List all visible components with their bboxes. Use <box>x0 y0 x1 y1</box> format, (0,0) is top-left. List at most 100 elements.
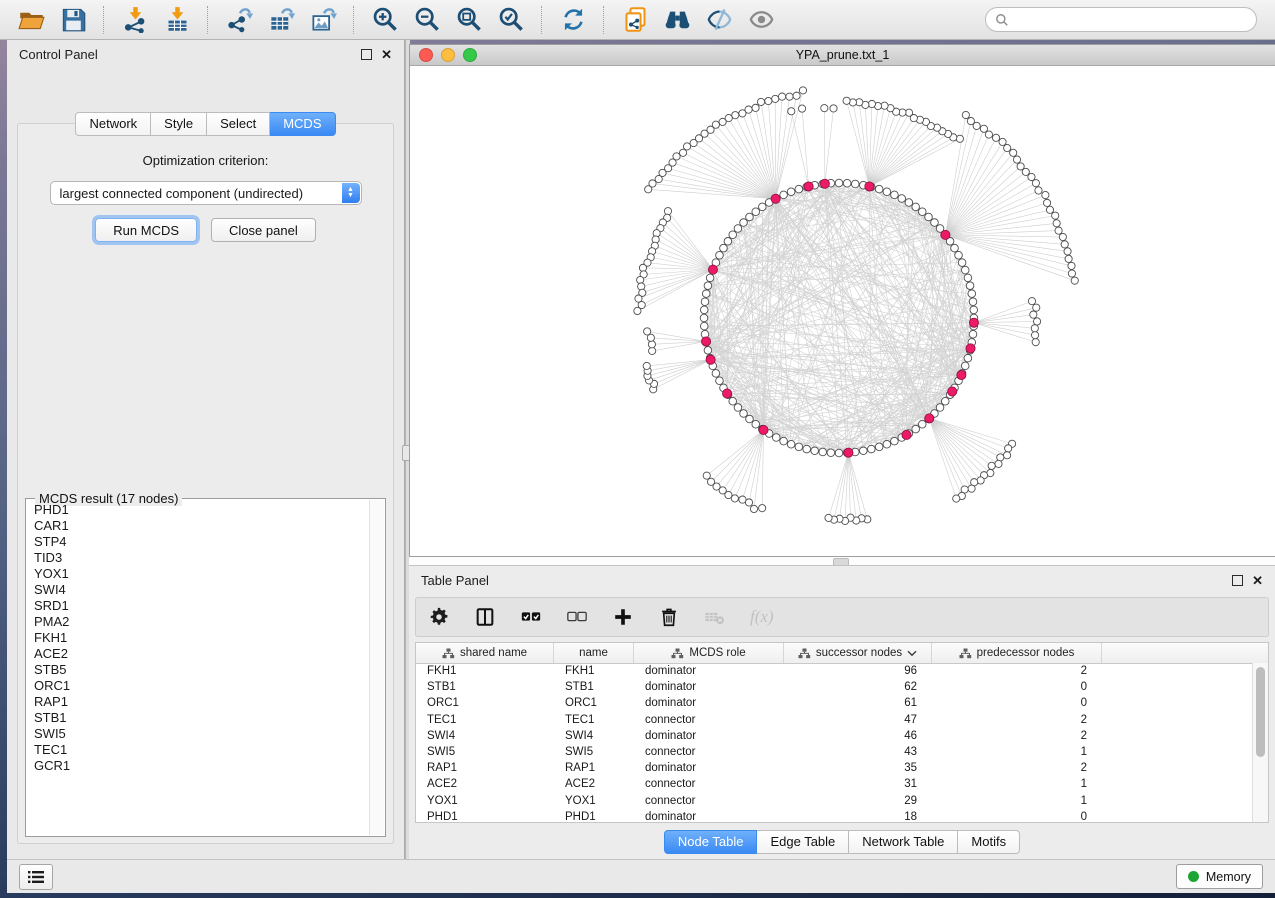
graph-node[interactable] <box>819 448 827 456</box>
graph-node[interactable] <box>788 108 795 115</box>
run-mcds-button[interactable]: Run MCDS <box>95 218 197 242</box>
show-hide-icon[interactable] <box>746 5 776 35</box>
graph-node[interactable] <box>787 188 795 196</box>
mcds-result-item[interactable]: STB1 <box>34 710 369 726</box>
mcds-result-item[interactable]: TEC1 <box>34 742 369 758</box>
graph-node[interactable] <box>700 306 708 314</box>
import-table-icon[interactable] <box>162 5 192 35</box>
graph-node[interactable] <box>962 111 969 118</box>
mcds-result-item[interactable]: GCR1 <box>34 758 369 774</box>
graph-node[interactable] <box>1046 206 1053 213</box>
graph-node[interactable] <box>683 143 690 150</box>
graph-node[interactable] <box>925 213 933 221</box>
graph-node[interactable] <box>765 97 772 104</box>
graph-node[interactable] <box>970 306 978 314</box>
add-row-icon[interactable] <box>612 606 634 628</box>
minimize-window-icon[interactable] <box>441 48 455 62</box>
tab-style[interactable]: Style <box>151 112 207 136</box>
graph-node[interactable] <box>1003 452 1010 459</box>
graph-node[interactable] <box>772 95 779 102</box>
graph-node[interactable] <box>881 102 888 109</box>
table-row[interactable]: PHD1PHD1dominator180 <box>416 809 1253 822</box>
select-all-icon[interactable] <box>520 606 542 628</box>
graph-node[interactable] <box>729 397 737 405</box>
graph-node[interactable] <box>1010 149 1017 156</box>
scrollbar-thumb[interactable] <box>1256 667 1265 757</box>
graph-node[interactable] <box>995 460 1002 467</box>
graph-node[interactable] <box>1030 311 1037 318</box>
graph-node[interactable] <box>772 434 780 442</box>
search-input[interactable] <box>1009 12 1247 28</box>
graph-node[interactable] <box>701 298 709 306</box>
column-header-shared-name[interactable]: shared name <box>416 643 554 663</box>
close-panel-icon[interactable]: ✕ <box>381 50 392 59</box>
graph-node[interactable] <box>931 219 939 227</box>
mcds-result-item[interactable]: ACE2 <box>34 646 369 662</box>
graph-mcds-node[interactable] <box>759 425 768 434</box>
column-settings-icon[interactable] <box>428 606 450 628</box>
graph-node[interactable] <box>875 443 883 451</box>
graph-node[interactable] <box>757 98 764 105</box>
graph-node[interactable] <box>716 251 724 259</box>
show-columns-icon[interactable] <box>474 606 496 628</box>
graph-node[interactable] <box>835 449 843 457</box>
graph-mcds-node[interactable] <box>969 318 978 327</box>
graph-node[interactable] <box>956 135 963 142</box>
graph-mcds-node[interactable] <box>804 182 813 191</box>
graph-node[interactable] <box>795 185 803 193</box>
mcds-result-item[interactable]: SWI4 <box>34 582 369 598</box>
graph-node[interactable] <box>740 410 748 418</box>
mcds-result-item[interactable]: PMA2 <box>34 614 369 630</box>
graph-node[interactable] <box>883 188 891 196</box>
graph-node[interactable] <box>1032 180 1039 187</box>
graph-node[interactable] <box>704 282 712 290</box>
graph-node[interactable] <box>803 445 811 453</box>
optimization-criterion-select[interactable]: largest connected component (undirected)… <box>50 181 362 205</box>
graph-node[interactable] <box>835 179 843 187</box>
open-file-icon[interactable] <box>16 5 46 35</box>
graph-mcds-node[interactable] <box>722 389 731 398</box>
graph-node[interactable] <box>752 420 760 428</box>
graph-node[interactable] <box>811 447 819 455</box>
zoom-in-icon[interactable] <box>370 5 400 35</box>
graph-node[interactable] <box>634 307 641 314</box>
graph-node[interactable] <box>1053 220 1060 227</box>
graph-node[interactable] <box>1031 332 1038 339</box>
deselect-all-icon[interactable] <box>566 606 588 628</box>
graph-node[interactable] <box>739 496 746 503</box>
search-network-icon[interactable] <box>662 5 692 35</box>
graph-node[interactable] <box>955 251 963 259</box>
graph-node[interactable] <box>780 191 788 199</box>
mcds-result-item[interactable]: SRD1 <box>34 598 369 614</box>
tab-node-table[interactable]: Node Table <box>664 830 758 854</box>
graph-node[interactable] <box>1055 227 1062 234</box>
graph-node[interactable] <box>958 259 966 267</box>
search-box[interactable] <box>985 7 1257 32</box>
delete-icon[interactable] <box>658 606 680 628</box>
graph-node[interactable] <box>724 238 732 246</box>
graph-node[interactable] <box>787 440 795 448</box>
graph-node[interactable] <box>734 225 742 233</box>
graph-node[interactable] <box>985 131 992 138</box>
graph-node[interactable] <box>702 290 710 298</box>
export-table-icon[interactable] <box>266 5 296 35</box>
graph-node[interactable] <box>883 440 891 448</box>
graph-mcds-node[interactable] <box>902 430 911 439</box>
graph-node[interactable] <box>786 93 793 100</box>
graph-node[interactable] <box>1052 212 1059 219</box>
graph-node[interactable] <box>968 485 975 492</box>
graph-node[interactable] <box>746 415 754 423</box>
float-window-icon[interactable] <box>361 49 372 60</box>
network-canvas[interactable] <box>410 66 1275 556</box>
mcds-result-item[interactable]: SWI5 <box>34 726 369 742</box>
table-row[interactable]: TEC1TEC1connector472 <box>416 712 1253 728</box>
graph-node[interactable] <box>953 495 960 502</box>
graph-node[interactable] <box>905 199 913 207</box>
column-header-name[interactable]: name <box>554 643 634 663</box>
graph-node[interactable] <box>664 208 671 215</box>
graph-node[interactable] <box>649 347 656 354</box>
column-header-predecessor-nodes[interactable]: predecessor nodes <box>932 643 1102 663</box>
graph-node[interactable] <box>644 328 651 335</box>
mcds-result-item[interactable]: PHD1 <box>34 502 369 518</box>
graph-node[interactable] <box>891 191 899 199</box>
